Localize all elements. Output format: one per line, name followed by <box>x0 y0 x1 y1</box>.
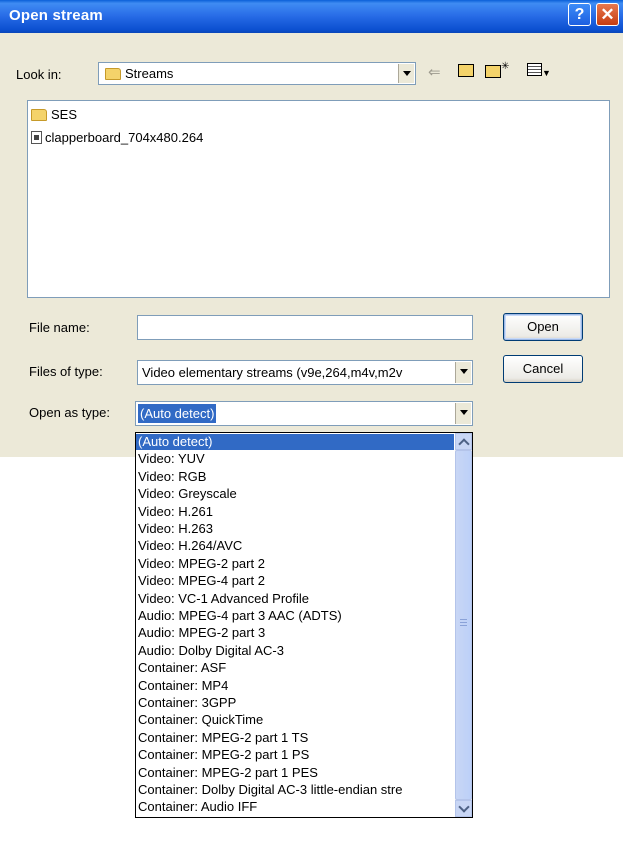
cancel-button[interactable]: Cancel <box>503 355 583 383</box>
open-button[interactable]: Open <box>503 313 583 341</box>
chevron-up-icon <box>458 438 470 450</box>
dropdown-option[interactable]: Container: Audio IFF <box>136 799 454 815</box>
file-item-label: clapperboard_704x480.264 <box>45 130 204 145</box>
dropdown-option[interactable]: Container: 3GPP <box>136 695 454 711</box>
scroll-up-button[interactable] <box>455 433 472 450</box>
file-icon <box>31 131 42 144</box>
dropdown-option[interactable]: Video: Greyscale <box>136 486 454 502</box>
files-of-type-value: Video elementary streams (v9e,264,m4v,m2… <box>142 365 403 380</box>
files-of-type-dropdown-arrow[interactable] <box>455 362 471 383</box>
up-folder-icon[interactable] <box>458 64 474 80</box>
grip-line <box>460 619 467 620</box>
file-name-input[interactable] <box>137 315 473 340</box>
new-folder-icon[interactable]: ✳ <box>485 61 509 80</box>
look-in-combo[interactable]: Streams <box>98 62 416 85</box>
file-item-label: SES <box>51 107 78 122</box>
chevron-down-icon <box>458 801 470 813</box>
dropdown-option[interactable]: Container: QuickTime <box>136 712 454 728</box>
scroll-thumb[interactable] <box>455 450 472 800</box>
list-item-file[interactable]: clapperboard_704x480.264 <box>31 130 203 145</box>
dropdown-option[interactable]: Video: MPEG-4 part 2 <box>136 573 454 589</box>
grip-line <box>460 625 467 626</box>
open-stream-dialog: Open stream ? ✕ Look in: Streams ⇐ ✳ ▼ S… <box>0 0 623 457</box>
dropdown-option[interactable]: Container: MP4 <box>136 678 454 694</box>
list-item-folder[interactable]: SES <box>31 107 77 122</box>
open-as-type-combo[interactable]: (Auto detect) <box>135 401 473 426</box>
dropdown-option[interactable]: Video: VC-1 Advanced Profile <box>136 591 454 607</box>
dropdown-option[interactable]: Audio: MPEG-4 part 3 AAC (ADTS) <box>136 608 454 624</box>
dropdown-option[interactable]: Video: MPEG-2 part 2 <box>136 556 454 572</box>
files-of-type-combo[interactable]: Video elementary streams (v9e,264,m4v,m2… <box>137 360 473 385</box>
files-of-type-label: Files of type: <box>29 364 103 379</box>
back-icon[interactable]: ⇐ <box>428 63 441 81</box>
help-button[interactable]: ? <box>568 3 591 26</box>
dropdown-option[interactable]: Video: RGB <box>136 469 454 485</box>
open-as-type-label: Open as type: <box>29 405 110 420</box>
folder-icon <box>31 109 47 121</box>
file-list[interactable]: SES clapperboard_704x480.264 <box>27 100 610 298</box>
scroll-down-button[interactable] <box>455 800 472 817</box>
dropdown-option[interactable]: (Auto detect) <box>136 434 454 450</box>
dropdown-option[interactable]: Container: MPEG-2 part 1 PS <box>136 747 454 763</box>
dropdown-option[interactable]: Container: MPEG-2 part 1 PES <box>136 765 454 781</box>
dropdown-option[interactable]: Container: ASF <box>136 660 454 676</box>
dropdown-option[interactable]: Video: H.263 <box>136 521 454 537</box>
look-in-label: Look in: <box>16 67 62 82</box>
open-as-type-dropdown-arrow[interactable] <box>455 403 471 424</box>
dropdown-option[interactable]: Audio: MPEG-2 part 3 <box>136 625 454 641</box>
view-menu-icon[interactable]: ▼ <box>527 63 551 79</box>
dropdown-option[interactable]: Video: H.264/AVC <box>136 538 454 554</box>
dialog-title: Open stream <box>9 7 103 24</box>
folder-icon <box>105 68 121 80</box>
dropdown-option[interactable]: Audio: Dolby Digital AC-3 <box>136 643 454 659</box>
open-as-type-value: (Auto detect) <box>138 404 217 423</box>
open-as-type-dropdown-list[interactable]: (Auto detect) Video: YUV Video: RGB Video: … <box>135 432 473 818</box>
look-in-value: Streams <box>125 66 174 81</box>
dropdown-option[interactable]: Container: MPEG-2 part 1 TS <box>136 730 454 746</box>
dropdown-option[interactable]: Container: Dolby Digital AC-3 little-end… <box>136 782 454 798</box>
scrollbar[interactable] <box>455 433 472 817</box>
title-bar[interactable]: Open stream ? ✕ <box>0 0 623 33</box>
file-name-label: File name: <box>29 320 90 335</box>
grip-line <box>460 622 467 623</box>
dropdown-option[interactable]: Video: H.261 <box>136 504 454 520</box>
look-in-dropdown-arrow[interactable] <box>398 64 414 83</box>
close-button[interactable]: ✕ <box>596 3 619 26</box>
dropdown-option[interactable]: Video: YUV <box>136 451 454 467</box>
